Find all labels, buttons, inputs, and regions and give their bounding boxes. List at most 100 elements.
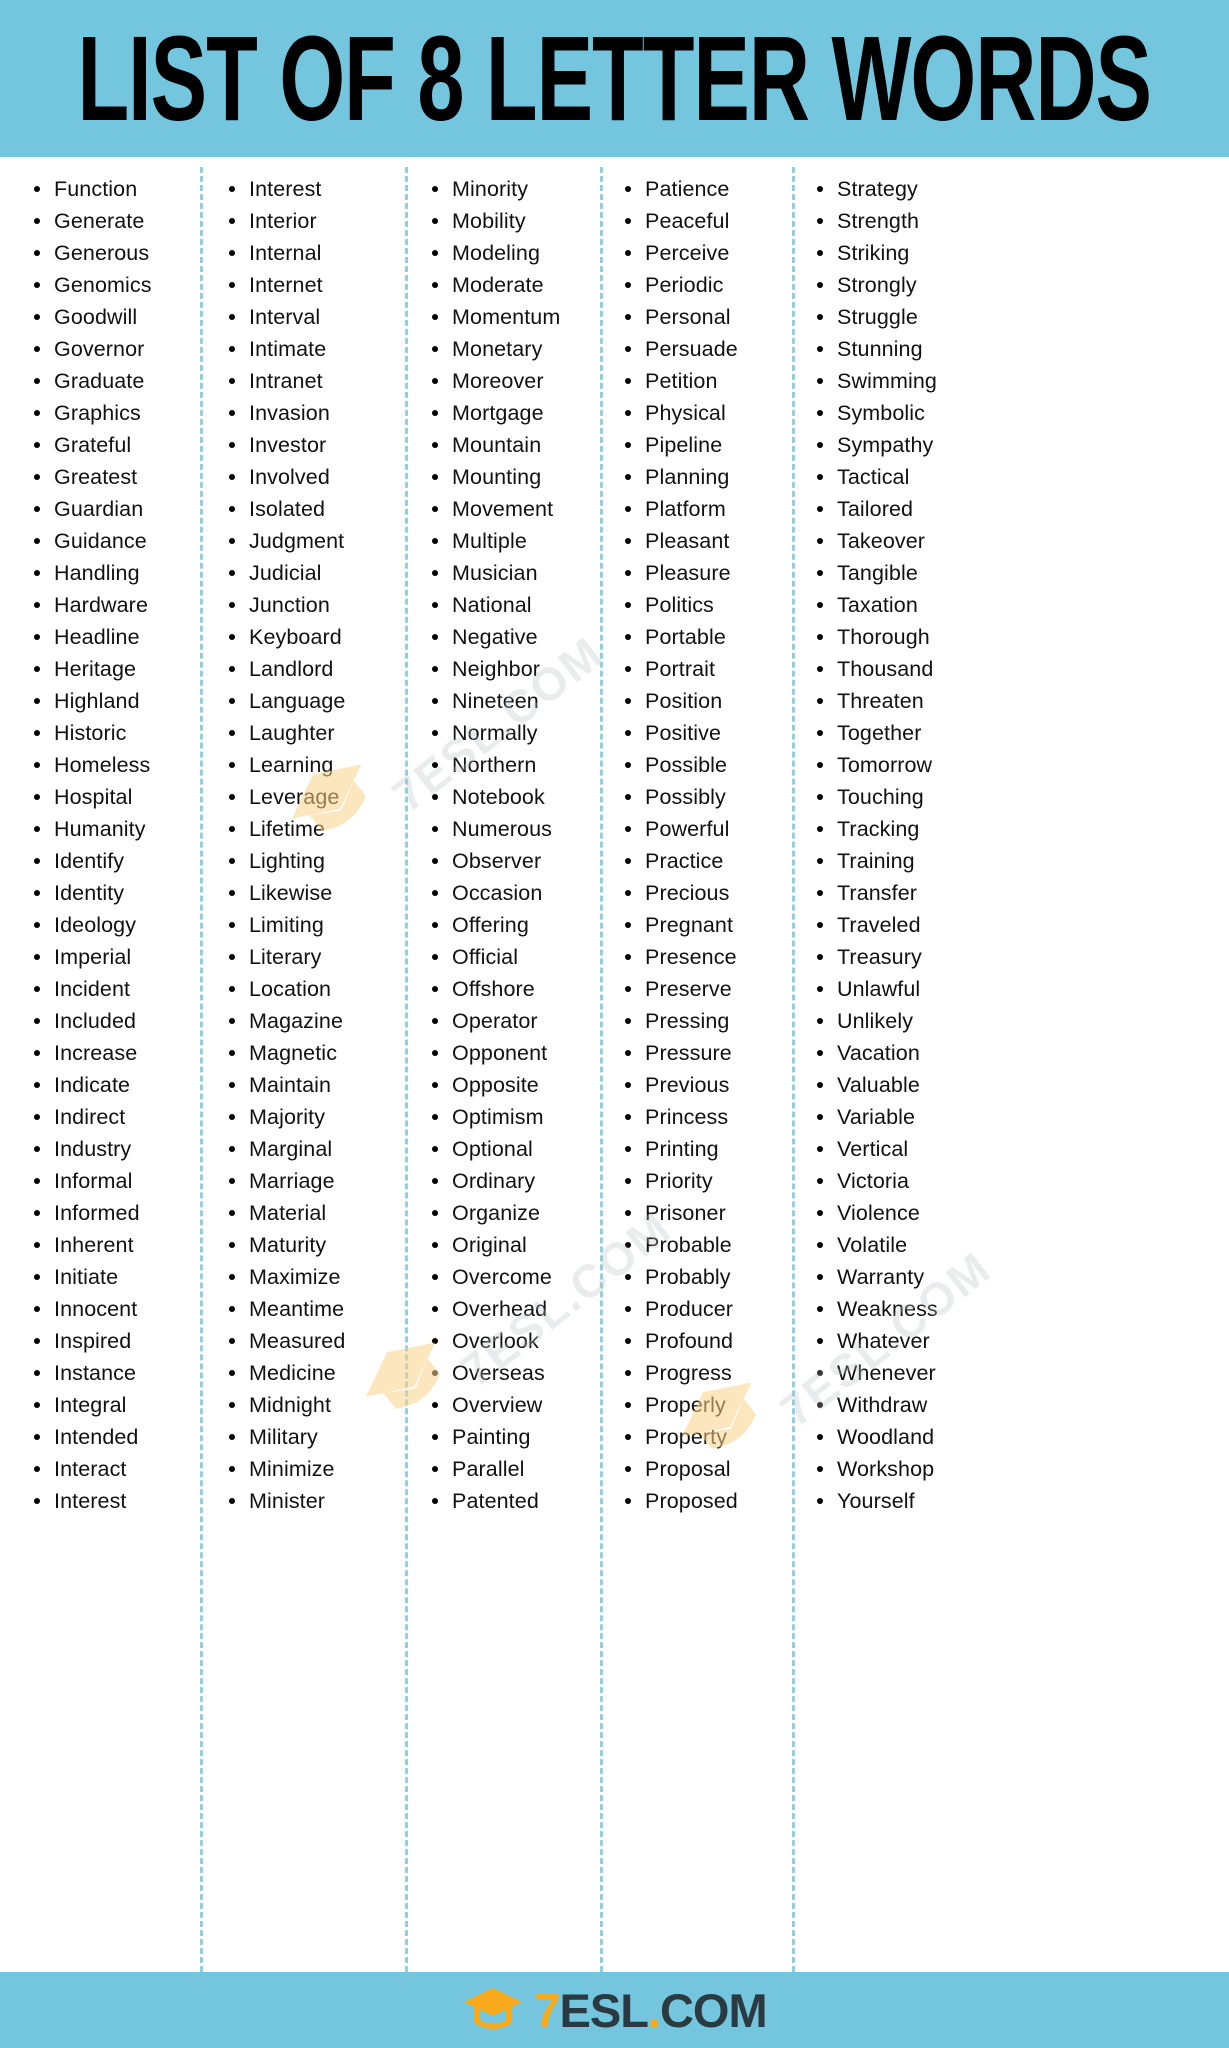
word-list-item: Pressure <box>623 1037 792 1069</box>
word-text: Overcome <box>452 1265 552 1289</box>
word-text: Graduate <box>54 369 145 393</box>
word-text: Proposal <box>645 1457 731 1481</box>
word-text: Industry <box>54 1137 132 1161</box>
bullet-icon <box>229 986 235 992</box>
bullet-icon <box>34 282 40 288</box>
bullet-icon <box>625 538 631 544</box>
bullet-icon <box>229 1050 235 1056</box>
word-text: Internal <box>249 241 322 265</box>
bullet-icon <box>817 1434 823 1440</box>
word-list-item: Takeover <box>815 525 1229 557</box>
word-text: Probable <box>645 1233 732 1257</box>
word-text: Language <box>249 689 346 713</box>
word-column-4: Patience Peaceful Perceive Periodic Personal… <box>600 167 792 1972</box>
word-text: Tactical <box>837 465 910 489</box>
word-list-item: Together <box>815 717 1229 749</box>
bullet-icon <box>34 474 40 480</box>
word-text: Laughter <box>249 721 335 745</box>
word-text: Valuable <box>837 1073 920 1097</box>
word-text: Greatest <box>54 465 138 489</box>
word-text: Pressure <box>645 1041 732 1065</box>
word-list-item: Portrait <box>623 653 792 685</box>
word-text: Overlook <box>452 1329 539 1353</box>
word-text: Symbolic <box>837 401 926 425</box>
bullet-icon <box>625 250 631 256</box>
word-text: Intimate <box>249 337 327 361</box>
word-list-item: Generous <box>32 237 200 269</box>
word-list-item: Vacation <box>815 1037 1229 1069</box>
bullet-icon <box>229 698 235 704</box>
word-text: Patented <box>452 1489 539 1513</box>
word-text: Moderate <box>452 273 544 297</box>
bullet-icon <box>625 1114 631 1120</box>
bullet-icon <box>817 538 823 544</box>
word-text: Properly <box>645 1393 726 1417</box>
word-list-item: Planning <box>623 461 792 493</box>
word-list-item: Pleasant <box>623 525 792 557</box>
word-list-item: Overlook <box>430 1325 600 1357</box>
word-text: Position <box>645 689 723 713</box>
word-list-5: Strategy Strength Striking Strongly Struggle… <box>815 173 1229 1517</box>
word-list-item: Printing <box>623 1133 792 1165</box>
word-text: Strategy <box>837 177 918 201</box>
word-list-page: LIST OF 8 LETTER WORDS Function Generate G… <box>0 0 1229 2048</box>
word-text: Printing <box>645 1137 719 1161</box>
word-text: Musician <box>452 561 538 585</box>
bullet-icon <box>432 826 438 832</box>
word-list-item: Politics <box>623 589 792 621</box>
word-text: Princess <box>645 1105 729 1129</box>
bullet-icon <box>817 442 823 448</box>
word-text: Touching <box>837 785 924 809</box>
word-text: Medicine <box>249 1361 336 1385</box>
word-text: Positive <box>645 721 722 745</box>
word-text: Whatever <box>837 1329 930 1353</box>
word-text: Hospital <box>54 785 133 809</box>
bullet-icon <box>817 186 823 192</box>
word-text: Mortgage <box>452 401 544 425</box>
word-list-item: Moderate <box>430 269 600 301</box>
word-list-item: Positive <box>623 717 792 749</box>
word-text: Guardian <box>54 497 144 521</box>
bullet-icon <box>817 1114 823 1120</box>
bullet-icon <box>817 1466 823 1472</box>
word-list-item: Literary <box>227 941 405 973</box>
word-text: Thorough <box>837 625 930 649</box>
word-list-item: Junction <box>227 589 405 621</box>
word-list-item: Interest <box>32 1485 200 1517</box>
word-text: Interest <box>54 1489 127 1513</box>
bullet-icon <box>625 314 631 320</box>
word-text: Humanity <box>54 817 146 841</box>
word-text: Initiate <box>54 1265 119 1289</box>
bullet-icon <box>625 1178 631 1184</box>
word-list-item: Isolated <box>227 493 405 525</box>
site-logo[interactable]: 7 ESL. COM <box>462 1985 768 2035</box>
word-text: Junction <box>249 593 330 617</box>
bullet-icon <box>34 1018 40 1024</box>
bullet-icon <box>229 858 235 864</box>
word-list-item: Mortgage <box>430 397 600 429</box>
bullet-icon <box>625 986 631 992</box>
word-text: Perceive <box>645 241 730 265</box>
word-list-item: Property <box>623 1421 792 1453</box>
word-list-item: Official <box>430 941 600 973</box>
bullet-icon <box>229 474 235 480</box>
bullet-icon <box>34 1146 40 1152</box>
word-text: Genomics <box>54 273 152 297</box>
bullet-icon <box>817 1082 823 1088</box>
word-text: Periodic <box>645 273 724 297</box>
word-list-1: Function Generate Generous Genomics Goodwill… <box>32 173 200 1517</box>
word-list-item: Tangible <box>815 557 1229 589</box>
word-list-item: Interact <box>32 1453 200 1485</box>
word-list-item: Invasion <box>227 397 405 429</box>
word-text: Measured <box>249 1329 346 1353</box>
word-list-item: Mountain <box>430 429 600 461</box>
word-text: Generous <box>54 241 150 265</box>
bullet-icon <box>34 1402 40 1408</box>
word-text: Historic <box>54 721 127 745</box>
word-text: Together <box>837 721 922 745</box>
bullet-icon <box>34 1274 40 1280</box>
word-list-item: Taxation <box>815 589 1229 621</box>
bullet-icon <box>229 1210 235 1216</box>
word-text: Graphics <box>54 401 141 425</box>
word-list-item: Genomics <box>32 269 200 301</box>
